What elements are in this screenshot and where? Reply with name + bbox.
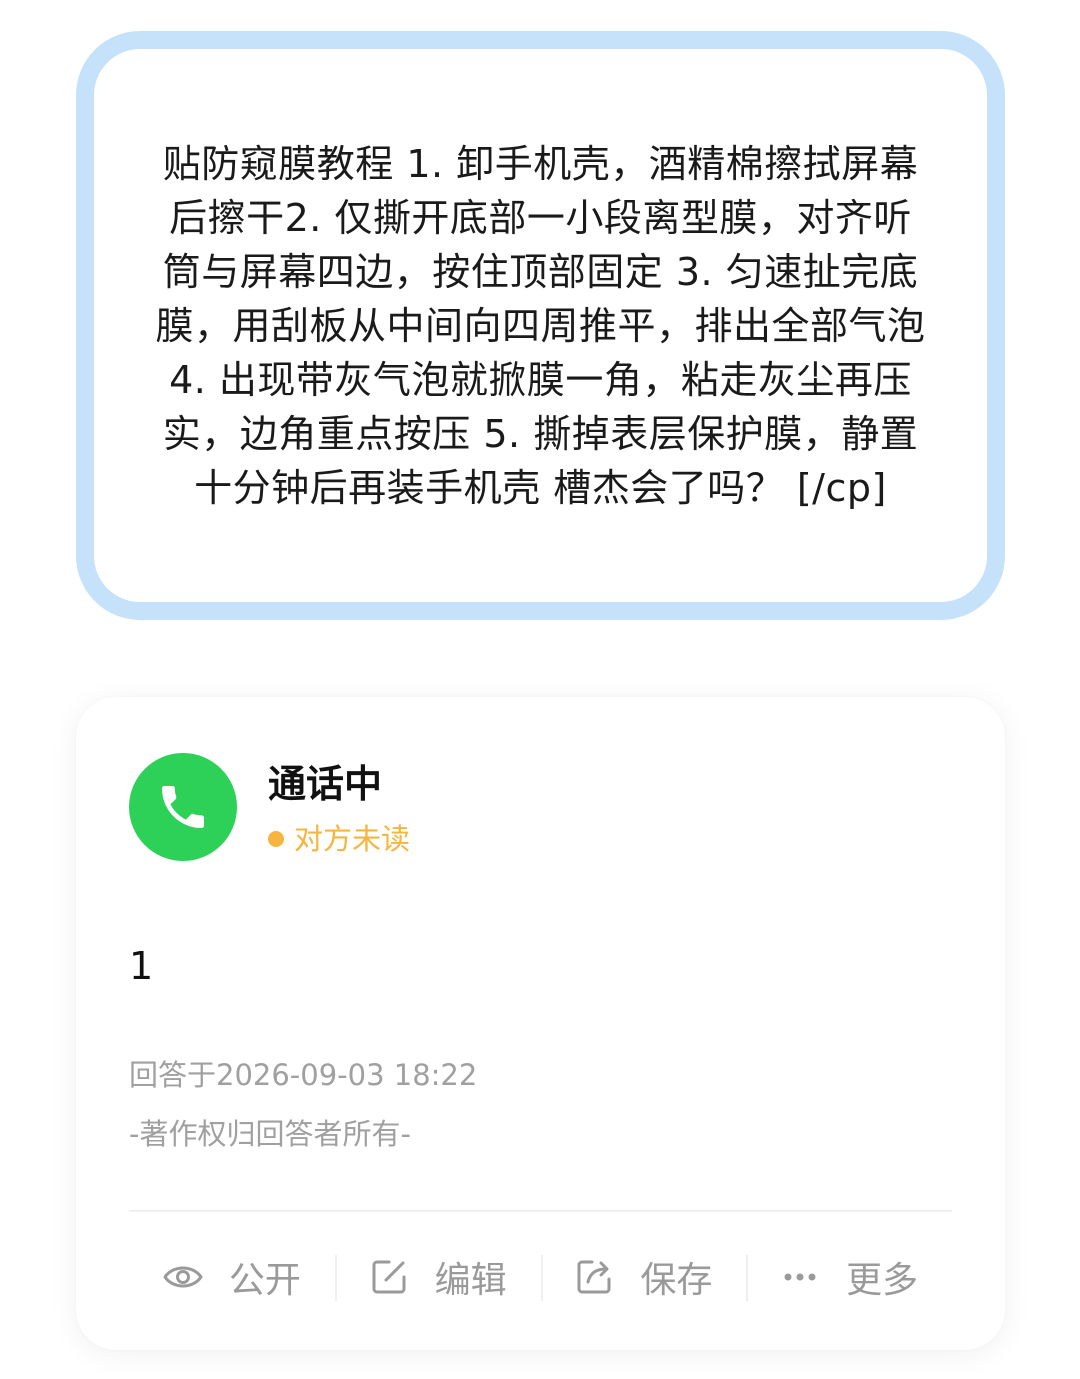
- share-icon: [574, 1257, 614, 1297]
- copyright-notice: -著作权归回答者所有-: [129, 1117, 411, 1151]
- edit-label: 编辑: [434, 1260, 507, 1301]
- page: 贴防窥膜教程 1. 卸手机壳，酒精棉擦拭屏幕后擦干2. 仅撕开底部一小段离型膜，…: [0, 0, 1080, 1379]
- action-bar: 公开 编辑 保存 更多: [129, 1245, 952, 1309]
- read-status-label: 对方未读: [294, 822, 411, 856]
- phone-icon: [129, 753, 237, 861]
- answer-time: 回答于2026-09-03 18:22: [129, 1058, 478, 1092]
- question-text: 贴防窥膜教程 1. 卸手机壳，酒精棉擦拭屏幕后擦干2. 仅撕开底部一小段离型膜，…: [155, 141, 926, 510]
- question-bubble: 贴防窥膜教程 1. 卸手机壳，酒精棉擦拭屏幕后擦干2. 仅撕开底部一小段离型膜，…: [76, 31, 1005, 620]
- call-title: 通话中: [268, 762, 383, 806]
- answer-card: 通话中 对方未读 1 回答于2026-09-03 18:22 -著作权归回答者所…: [76, 697, 1005, 1350]
- edit-button[interactable]: 编辑: [334, 1245, 541, 1309]
- save-label: 保存: [640, 1260, 713, 1301]
- eye-icon: [163, 1257, 203, 1297]
- status-dot-icon: [268, 831, 284, 847]
- edit-icon: [369, 1257, 409, 1297]
- more-button[interactable]: 更多: [746, 1245, 952, 1309]
- public-button[interactable]: 公开: [129, 1245, 335, 1309]
- divider: [129, 1210, 952, 1212]
- public-label: 公开: [228, 1260, 301, 1301]
- more-icon: [780, 1257, 820, 1297]
- read-status: 对方未读: [268, 819, 410, 859]
- more-label: 更多: [846, 1260, 919, 1301]
- save-button[interactable]: 保存: [540, 1245, 747, 1309]
- answer-body: 1: [129, 944, 154, 988]
